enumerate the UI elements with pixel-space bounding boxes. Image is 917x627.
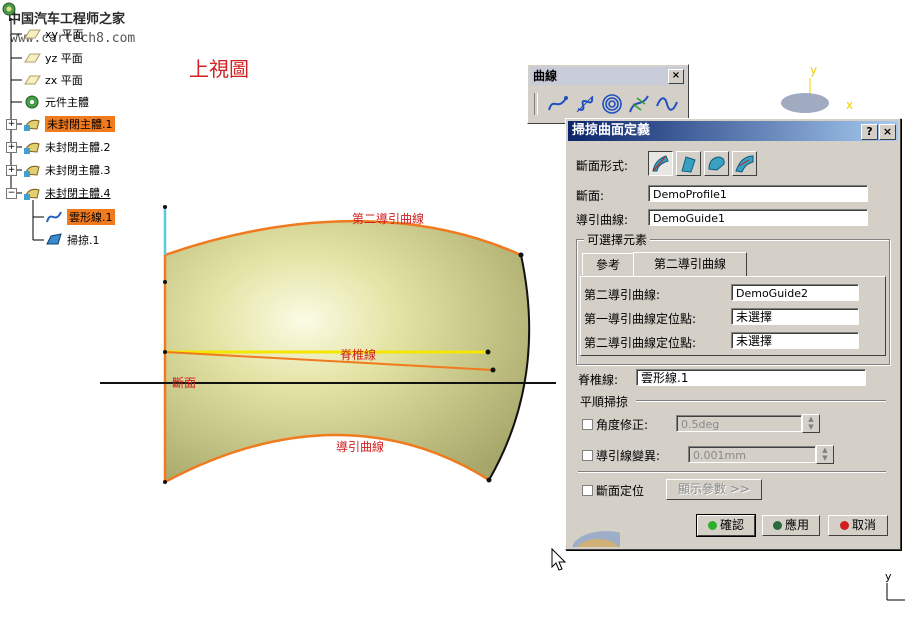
second-anchor-label: 第二導引曲線定位點: — [584, 336, 697, 350]
profile-field[interactable]: DemoProfile1 — [648, 185, 868, 202]
show-parameters-button[interactable]: 顯示參數 >> — [666, 479, 762, 500]
help-button[interactable]: ? — [861, 124, 878, 140]
profile-type-label: 斷面形式: — [576, 159, 629, 173]
label-profile: 斷面 — [172, 376, 197, 390]
toolbar-close-button[interactable]: × — [668, 69, 684, 84]
smooth-sweep-label: 平順掃掠 — [580, 395, 629, 409]
toolbar-grip — [534, 93, 538, 115]
dialog-title: 掃掠曲面定義 — [572, 123, 651, 138]
second-guide-label: 第二導引曲線: — [584, 288, 661, 302]
ok-button[interactable]: 確認 — [696, 514, 756, 537]
profile-label: 斷面: — [576, 189, 605, 203]
angle-correction-field[interactable]: 0.5deg — [676, 415, 802, 432]
apply-button[interactable]: 應用 — [762, 515, 820, 536]
wave-curve-icon[interactable] — [655, 92, 679, 116]
second-anchor-field[interactable]: 未選擇 — [731, 332, 859, 349]
profile-positioning-checkbox[interactable] — [582, 485, 593, 496]
curves-toolbar: 曲線 × — [527, 64, 689, 124]
positioning-separator — [578, 471, 886, 473]
compass-x-label: x — [846, 98, 854, 112]
spine-icon[interactable] — [627, 92, 651, 116]
first-anchor-label: 第一導引曲線定位點: — [584, 312, 697, 326]
smooth-sweep-separator — [636, 400, 886, 402]
spine-label: 脊椎線: — [578, 373, 619, 387]
dialog-titlebar[interactable]: 掃掠曲面定義 ? × — [568, 121, 898, 141]
catia-logo-corner — [568, 509, 620, 547]
angle-spinner[interactable]: ▲ ▼ — [802, 414, 820, 433]
first-anchor-field[interactable]: 未選擇 — [731, 308, 859, 325]
cancel-icon — [839, 521, 849, 530]
ok-icon — [707, 521, 717, 530]
deviation-label: 導引線變異: — [596, 449, 661, 463]
label-second-guide: 第二導引曲線 — [352, 212, 425, 226]
deviation-spinner[interactable]: ▲ ▼ — [816, 445, 834, 464]
tab-second-guide[interactable]: 第二導引曲線 — [633, 252, 747, 276]
guide-curve-label: 導引曲線: — [576, 213, 629, 227]
tab-reference[interactable]: 參考 — [582, 253, 634, 275]
second-guide-field[interactable]: DemoGuide2 — [731, 284, 859, 301]
deviation-checkbox[interactable] — [582, 450, 593, 461]
angle-correction-checkbox[interactable] — [582, 419, 593, 430]
profile-positioning-label: 斷面定位 — [596, 484, 645, 498]
line-profile-button[interactable] — [676, 151, 701, 176]
cancel-button[interactable]: 取消 — [828, 515, 888, 536]
label-spine: 脊椎線 — [340, 348, 377, 362]
apply-icon — [772, 521, 782, 530]
close-button[interactable]: × — [879, 124, 896, 140]
toolbar-title[interactable]: 曲線 × — [530, 67, 686, 85]
sweep-definition-dialog: 掃掠曲面定義 ? × 斷面形式: 斷面: DemoProfile1 導引曲線: … — [565, 118, 901, 550]
explicit-profile-button[interactable] — [648, 151, 673, 176]
optional-elements-label: 可選擇元素 — [584, 231, 651, 248]
helix-icon[interactable] — [573, 92, 597, 116]
axis-y-label: y — [885, 570, 892, 583]
label-guide: 導引曲線 — [336, 440, 385, 454]
deviation-field[interactable]: 0.001mm — [688, 446, 816, 463]
compass-y-label: y — [810, 63, 818, 77]
angle-correction-label: 角度修正: — [596, 418, 649, 432]
spiral-icon[interactable] — [600, 92, 624, 116]
circle-profile-button[interactable] — [704, 151, 729, 176]
conic-profile-button[interactable] — [732, 151, 757, 176]
guide-curve-field[interactable]: DemoGuide1 — [648, 209, 868, 226]
spine-field[interactable]: 雲形線.1 — [636, 369, 866, 386]
spline-icon[interactable] — [546, 92, 570, 116]
